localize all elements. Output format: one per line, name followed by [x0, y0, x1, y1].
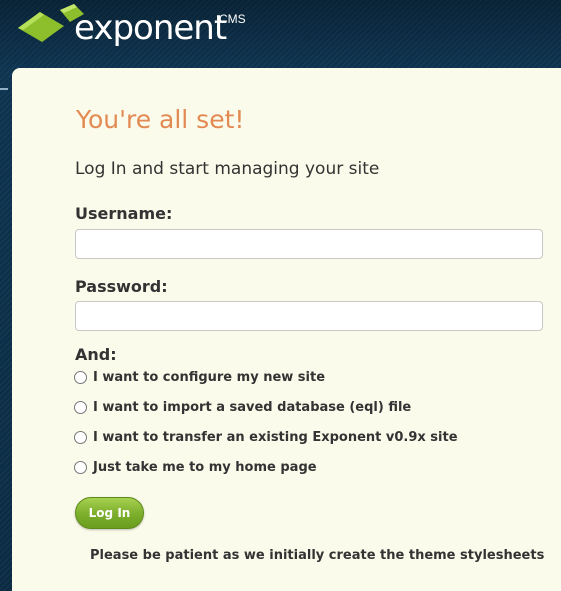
option-home-page[interactable]: Just take me to my home page — [74, 460, 317, 475]
option-configure-site[interactable]: I want to configure my new site — [74, 370, 325, 385]
option-home-radio[interactable] — [74, 461, 87, 474]
option-transfer-site[interactable]: I want to transfer an existing Exponent … — [74, 430, 458, 445]
option-import-radio[interactable] — [74, 401, 87, 414]
option-configure-radio[interactable] — [74, 371, 87, 384]
login-button[interactable]: Log In — [75, 497, 144, 529]
option-import-label: I want to import a saved database (eql) … — [93, 400, 412, 415]
option-configure-label: I want to configure my new site — [93, 370, 326, 385]
option-import-database[interactable]: I want to import a saved database (eql) … — [74, 400, 411, 415]
edge-divider — [0, 88, 8, 90]
page-title: You're all set! — [76, 105, 245, 134]
logo-cms-superscript: CMS — [219, 12, 246, 26]
option-transfer-label: I want to transfer an existing Exponent … — [93, 430, 458, 445]
username-label: Username: — [75, 204, 173, 223]
option-transfer-radio[interactable] — [74, 431, 87, 444]
header: exponent CMS — [0, 0, 561, 68]
password-input[interactable] — [75, 301, 543, 331]
password-label: Password: — [75, 277, 168, 296]
option-home-label: Just take me to my home page — [93, 460, 317, 475]
login-panel: You're all set! Log In and start managin… — [12, 68, 561, 591]
patience-note: Please be patient as we initially create… — [90, 548, 545, 563]
page-subtitle: Log In and start managing your site — [75, 159, 380, 179]
username-input[interactable] — [75, 229, 543, 259]
logo-text: exponent — [74, 8, 227, 48]
and-label: And: — [75, 345, 117, 364]
